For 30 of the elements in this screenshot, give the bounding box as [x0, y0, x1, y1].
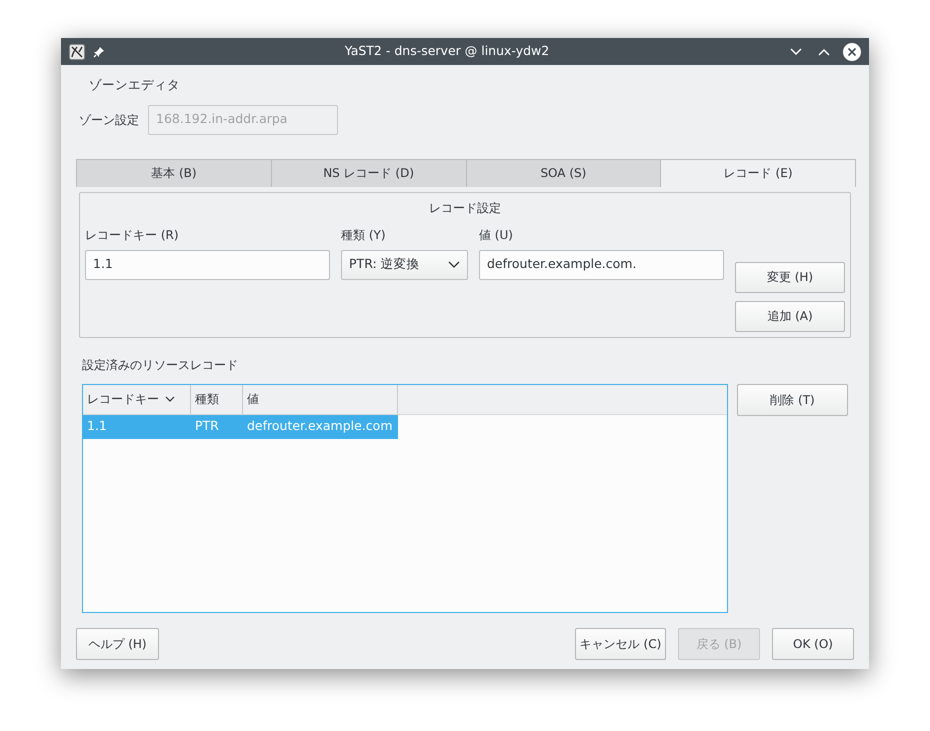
window-title: YaST2 - dns-server @ linux-ydw2 — [344, 42, 550, 60]
group-title: レコード設定 — [428, 200, 502, 217]
tab[interactable]: SOA (S) — [466, 158, 662, 187]
close-icon[interactable] — [843, 42, 861, 60]
field-label: 種類 (Y) — [341, 226, 387, 244]
delete-button[interactable]: 削除 (T) — [737, 384, 848, 416]
type-dropdown[interactable]: PTR: 逆変換 — [341, 250, 468, 280]
app-icon — [69, 44, 85, 60]
text-field[interactable]: defrouter.example.com. — [478, 250, 724, 280]
text-field[interactable]: 1.1 — [85, 250, 330, 280]
tab[interactable]: レコード (E) — [660, 158, 856, 187]
list-label: 設定済みのリソースレコード — [82, 356, 239, 374]
tab[interactable]: NS レコード (D) — [270, 158, 466, 187]
field-label: レコードキー (R) — [85, 226, 180, 244]
maximize-icon[interactable] — [817, 46, 831, 56]
dialog-button[interactable]: ヘルプ (H) — [76, 628, 159, 660]
pin-icon[interactable] — [93, 46, 105, 58]
action-button[interactable]: 変更 (H) — [735, 262, 845, 293]
dialog-button[interactable]: キャンセル (C) — [575, 628, 666, 660]
column-header[interactable]: 値 — [243, 384, 398, 414]
dialog-button[interactable]: OK (O) — [772, 628, 854, 660]
caret-icon — [448, 260, 460, 269]
field-label: 値 (U) — [478, 226, 514, 244]
action-button[interactable]: 追加 (A) — [735, 300, 845, 332]
zone-label: ゾーン設定 — [79, 112, 139, 129]
minimize-icon[interactable] — [789, 46, 803, 56]
column-header[interactable]: 種類 — [191, 384, 243, 414]
column-header[interactable]: レコードキー — [83, 384, 191, 414]
section-heading: ゾーンエディタ — [89, 76, 181, 94]
tab[interactable]: 基本 (B) — [76, 158, 272, 187]
